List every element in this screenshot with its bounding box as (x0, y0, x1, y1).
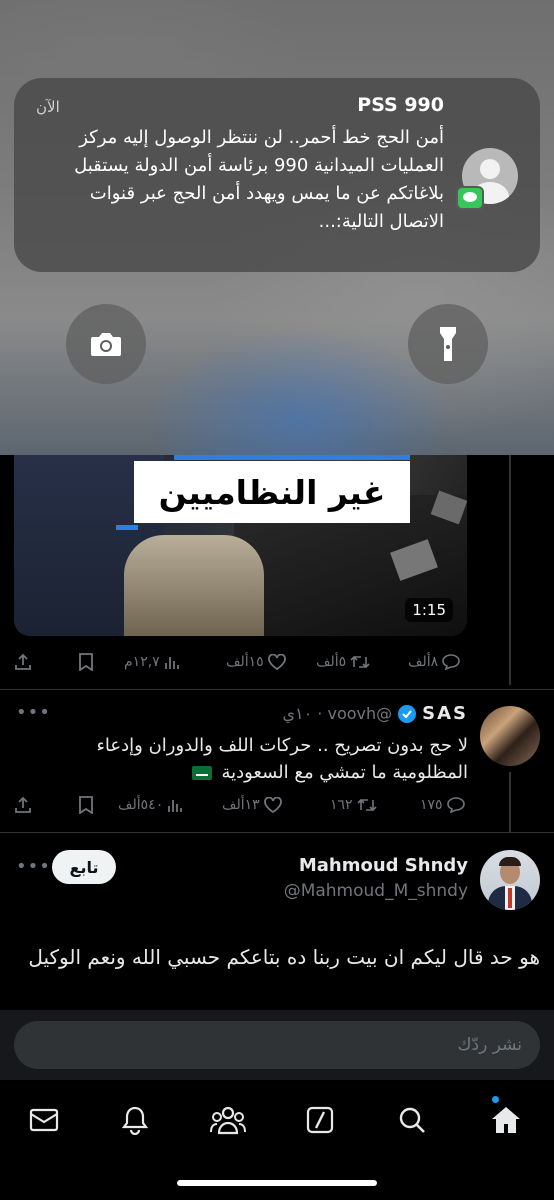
replies-value: ٨ألف (408, 654, 439, 670)
search-icon (399, 1107, 425, 1133)
camera-button[interactable] (66, 304, 146, 384)
bookmark-icon (79, 796, 93, 814)
mail-icon (29, 1108, 59, 1132)
bookmark-button[interactable] (78, 793, 94, 817)
divider (0, 832, 554, 833)
reply-icon (442, 654, 460, 670)
author-handle: @Mahmoud_M_shndy (283, 881, 468, 901)
retweets-value: ١٦٢ (330, 797, 353, 813)
reply-button[interactable]: ١٧٥ (420, 793, 465, 817)
messages-app-icon (456, 186, 484, 210)
views-icon (164, 657, 179, 669)
notification-time: الآن (36, 98, 60, 116)
tweet-text: لا حج بدون تصريح .. حركات اللف والدوران … (48, 732, 468, 786)
share-icon (15, 653, 31, 670)
home-icon (492, 1107, 520, 1133)
views-count[interactable]: ١٢,٧م (124, 650, 180, 674)
likes-value: ١٥ألف (226, 654, 264, 670)
avatar[interactable] (480, 706, 540, 766)
share-button[interactable] (14, 650, 32, 674)
lock-screen-overlay: PSS 990 الآن أمن الحج خط أحمر.. لن ننتظر… (0, 0, 554, 455)
flashlight-button[interactable] (408, 304, 488, 384)
bell-icon (121, 1106, 149, 1135)
caption-accent-bar (174, 455, 410, 460)
retweets-value: ٥ألف (316, 654, 347, 670)
like-button[interactable]: ١٣ألف (222, 793, 282, 817)
tweet-text-line: لا حج بدون تصريح .. حركات اللف والدوران … (96, 735, 468, 756)
bookmark-button[interactable] (78, 650, 94, 674)
reply-button[interactable]: ٨ألف (408, 650, 460, 674)
reply-icon (446, 797, 465, 813)
retweet-button[interactable]: ١٦٢ (330, 793, 377, 817)
saudi-flag-icon (191, 766, 212, 780)
caption-accent-bar (116, 525, 138, 530)
nav-search[interactable] (390, 1102, 434, 1138)
camera-icon (91, 333, 121, 356)
more-options-icon[interactable]: ••• (16, 856, 51, 877)
retweet-button[interactable]: ٥ألف (316, 650, 370, 674)
tweet-actions: ٥٤٠ألف ١٣ألف ١٦٢ ١٧٥ (14, 793, 466, 817)
tweet-text-line: المظلومية ما تمشي مع السعودية (221, 762, 468, 783)
heart-icon (267, 654, 286, 670)
retweet-icon (350, 655, 370, 669)
home-indicator[interactable] (177, 1180, 377, 1186)
like-button[interactable]: ١٥ألف (226, 650, 286, 674)
replies-value: ١٧٥ (420, 797, 443, 813)
more-options-icon[interactable]: ••• (16, 702, 51, 723)
views-value: ٥٤٠ألف (118, 797, 164, 813)
compose-icon (306, 1106, 334, 1134)
notification-dot (492, 1096, 499, 1103)
video-duration: 1:15 (405, 598, 453, 622)
tweet-actions: ١٢,٧م ١٥ألف ٥ألف ٨ألف (14, 650, 466, 674)
share-button[interactable] (14, 793, 32, 817)
share-icon (15, 796, 31, 813)
views-count[interactable]: ٥٤٠ألف (118, 793, 183, 817)
notification-sender: PSS 990 (357, 94, 444, 116)
thread-line (509, 772, 511, 832)
follow-button[interactable]: تابع (52, 850, 116, 884)
flashlight-icon (440, 327, 456, 361)
likes-value: ١٣ألف (222, 797, 260, 813)
notification-card[interactable]: PSS 990 الآن أمن الحج خط أحمر.. لن ننتظر… (14, 78, 540, 272)
bookmark-icon (79, 653, 93, 671)
views-icon (168, 800, 183, 812)
tweet-text: هو حد قال ليكم ان بيت ربنا ده بتاعكم حسب… (28, 945, 540, 969)
author-handle: @voovh · ١٠ي (282, 704, 393, 723)
views-value: ١٢,٧م (124, 654, 160, 670)
avatar[interactable] (480, 850, 540, 910)
author-name[interactable]: SAS (422, 703, 468, 724)
nav-grok[interactable] (298, 1102, 342, 1138)
tweet-header: SAS @voovh · ١٠ي (283, 703, 469, 724)
video-player[interactable]: غير النظاميين 1:15 (14, 455, 467, 636)
reply-input[interactable] (14, 1021, 540, 1069)
notification-body: أمن الحج خط أحمر.. لن ننتظر الوصول إليه … (74, 127, 444, 232)
nav-home[interactable] (484, 1102, 528, 1138)
author-name[interactable]: Mahmoud Shndy (299, 855, 468, 876)
thread-line (509, 455, 511, 685)
video-caption: غير النظاميين (134, 461, 410, 523)
heart-icon (263, 797, 282, 813)
retweet-icon (356, 798, 377, 812)
verified-badge-icon (398, 704, 417, 723)
nav-communities[interactable] (206, 1102, 250, 1138)
people-icon (210, 1106, 246, 1135)
divider (0, 689, 554, 690)
nav-notifications[interactable] (113, 1102, 157, 1138)
nav-messages[interactable] (22, 1102, 66, 1138)
